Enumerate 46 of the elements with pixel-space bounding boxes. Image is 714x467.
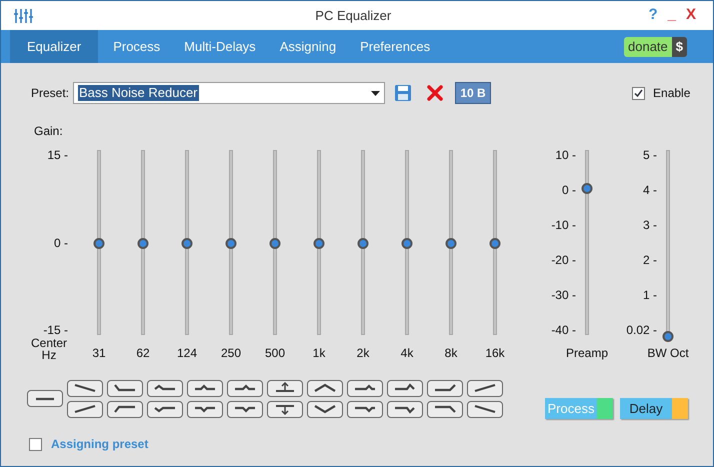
window-title: PC Equalizer: [314, 6, 392, 25]
band-label: 250: [220, 345, 242, 362]
assigning-preset-label: Assigning preset: [51, 436, 148, 453]
tick-label: 4 -: [642, 183, 657, 197]
band-label: 16k: [485, 345, 505, 362]
preamp-label: Preamp: [566, 345, 608, 362]
close-button[interactable]: X: [680, 4, 701, 27]
tick-label: 15 -: [46, 148, 68, 162]
tab[interactable]: Multi-Delays: [172, 30, 268, 63]
action-button[interactable]: Process: [545, 398, 613, 419]
tab[interactable]: Assigning: [268, 30, 348, 63]
preset-label: Preset:: [31, 85, 70, 102]
tick-label: -20 -: [550, 253, 576, 267]
band-label: 62: [136, 345, 150, 362]
tick-label: -15 -: [42, 323, 68, 337]
band-label: 1k: [312, 345, 326, 362]
bands-button[interactable]: 10 B: [455, 82, 492, 104]
band-label: 31: [92, 345, 106, 362]
tick-label: 0 -: [52, 236, 68, 250]
band-label: 2k: [356, 345, 370, 362]
gain-label: Gain:: [34, 124, 64, 138]
tick-label: 3 -: [642, 218, 657, 232]
minimize-button[interactable]: _: [662, 4, 681, 27]
band-label: 500: [264, 345, 286, 362]
band-label: 8k: [444, 345, 458, 362]
help-button[interactable]: ?: [643, 4, 663, 27]
tick-label: 0.02 -: [625, 323, 657, 337]
tab[interactable]: Process: [101, 30, 172, 63]
bandwidth-label: BW Oct: [647, 345, 689, 362]
axis-label: Center: [31, 337, 68, 349]
tick-label: 1 -: [642, 288, 657, 302]
axis-label: Hz: [42, 349, 56, 361]
action-button[interactable]: Delay: [620, 398, 688, 419]
band-label: 4k: [400, 345, 414, 362]
tick-label: 10 -: [554, 148, 576, 162]
tick-label: 0 -: [560, 183, 576, 197]
enable-label: Enable: [653, 85, 690, 102]
tab[interactable]: Equalizer: [10, 30, 98, 63]
tick-label: 2 -: [642, 253, 657, 267]
preset-dropdown[interactable]: Bass Noise Reducer: [73, 82, 386, 104]
band-label: 124: [176, 345, 198, 362]
tick-label: -40 -: [550, 323, 576, 337]
tick-label: -10 -: [550, 218, 576, 232]
tick-label: -30 -: [550, 288, 576, 302]
tick-label: 5 -: [642, 148, 657, 162]
tab[interactable]: Preferences: [348, 30, 442, 63]
